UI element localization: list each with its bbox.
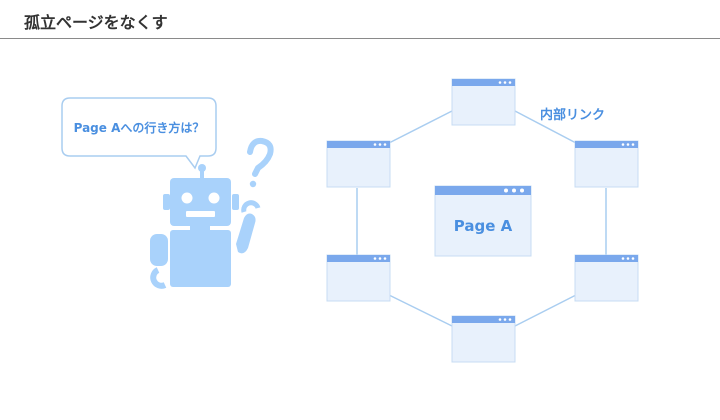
question-mark-icon xyxy=(247,137,274,188)
page-window-bottom xyxy=(451,315,516,363)
page-a-label: Page A xyxy=(453,217,513,235)
speech-bubble-text: Page Aへの行き方は？ xyxy=(73,120,205,135)
link-line xyxy=(514,294,577,327)
page-window-upper-left xyxy=(326,140,391,188)
diagram-canvas xyxy=(61,78,639,363)
link-line xyxy=(388,110,453,144)
page-window-upper-right xyxy=(574,140,639,188)
robot-icon xyxy=(150,164,261,289)
link-line xyxy=(388,294,453,327)
page-window-top xyxy=(451,78,516,126)
page-window-lower-right xyxy=(574,254,639,302)
internal-link-label: 内部リンク xyxy=(540,108,606,123)
page-window-lower-left xyxy=(326,254,391,302)
